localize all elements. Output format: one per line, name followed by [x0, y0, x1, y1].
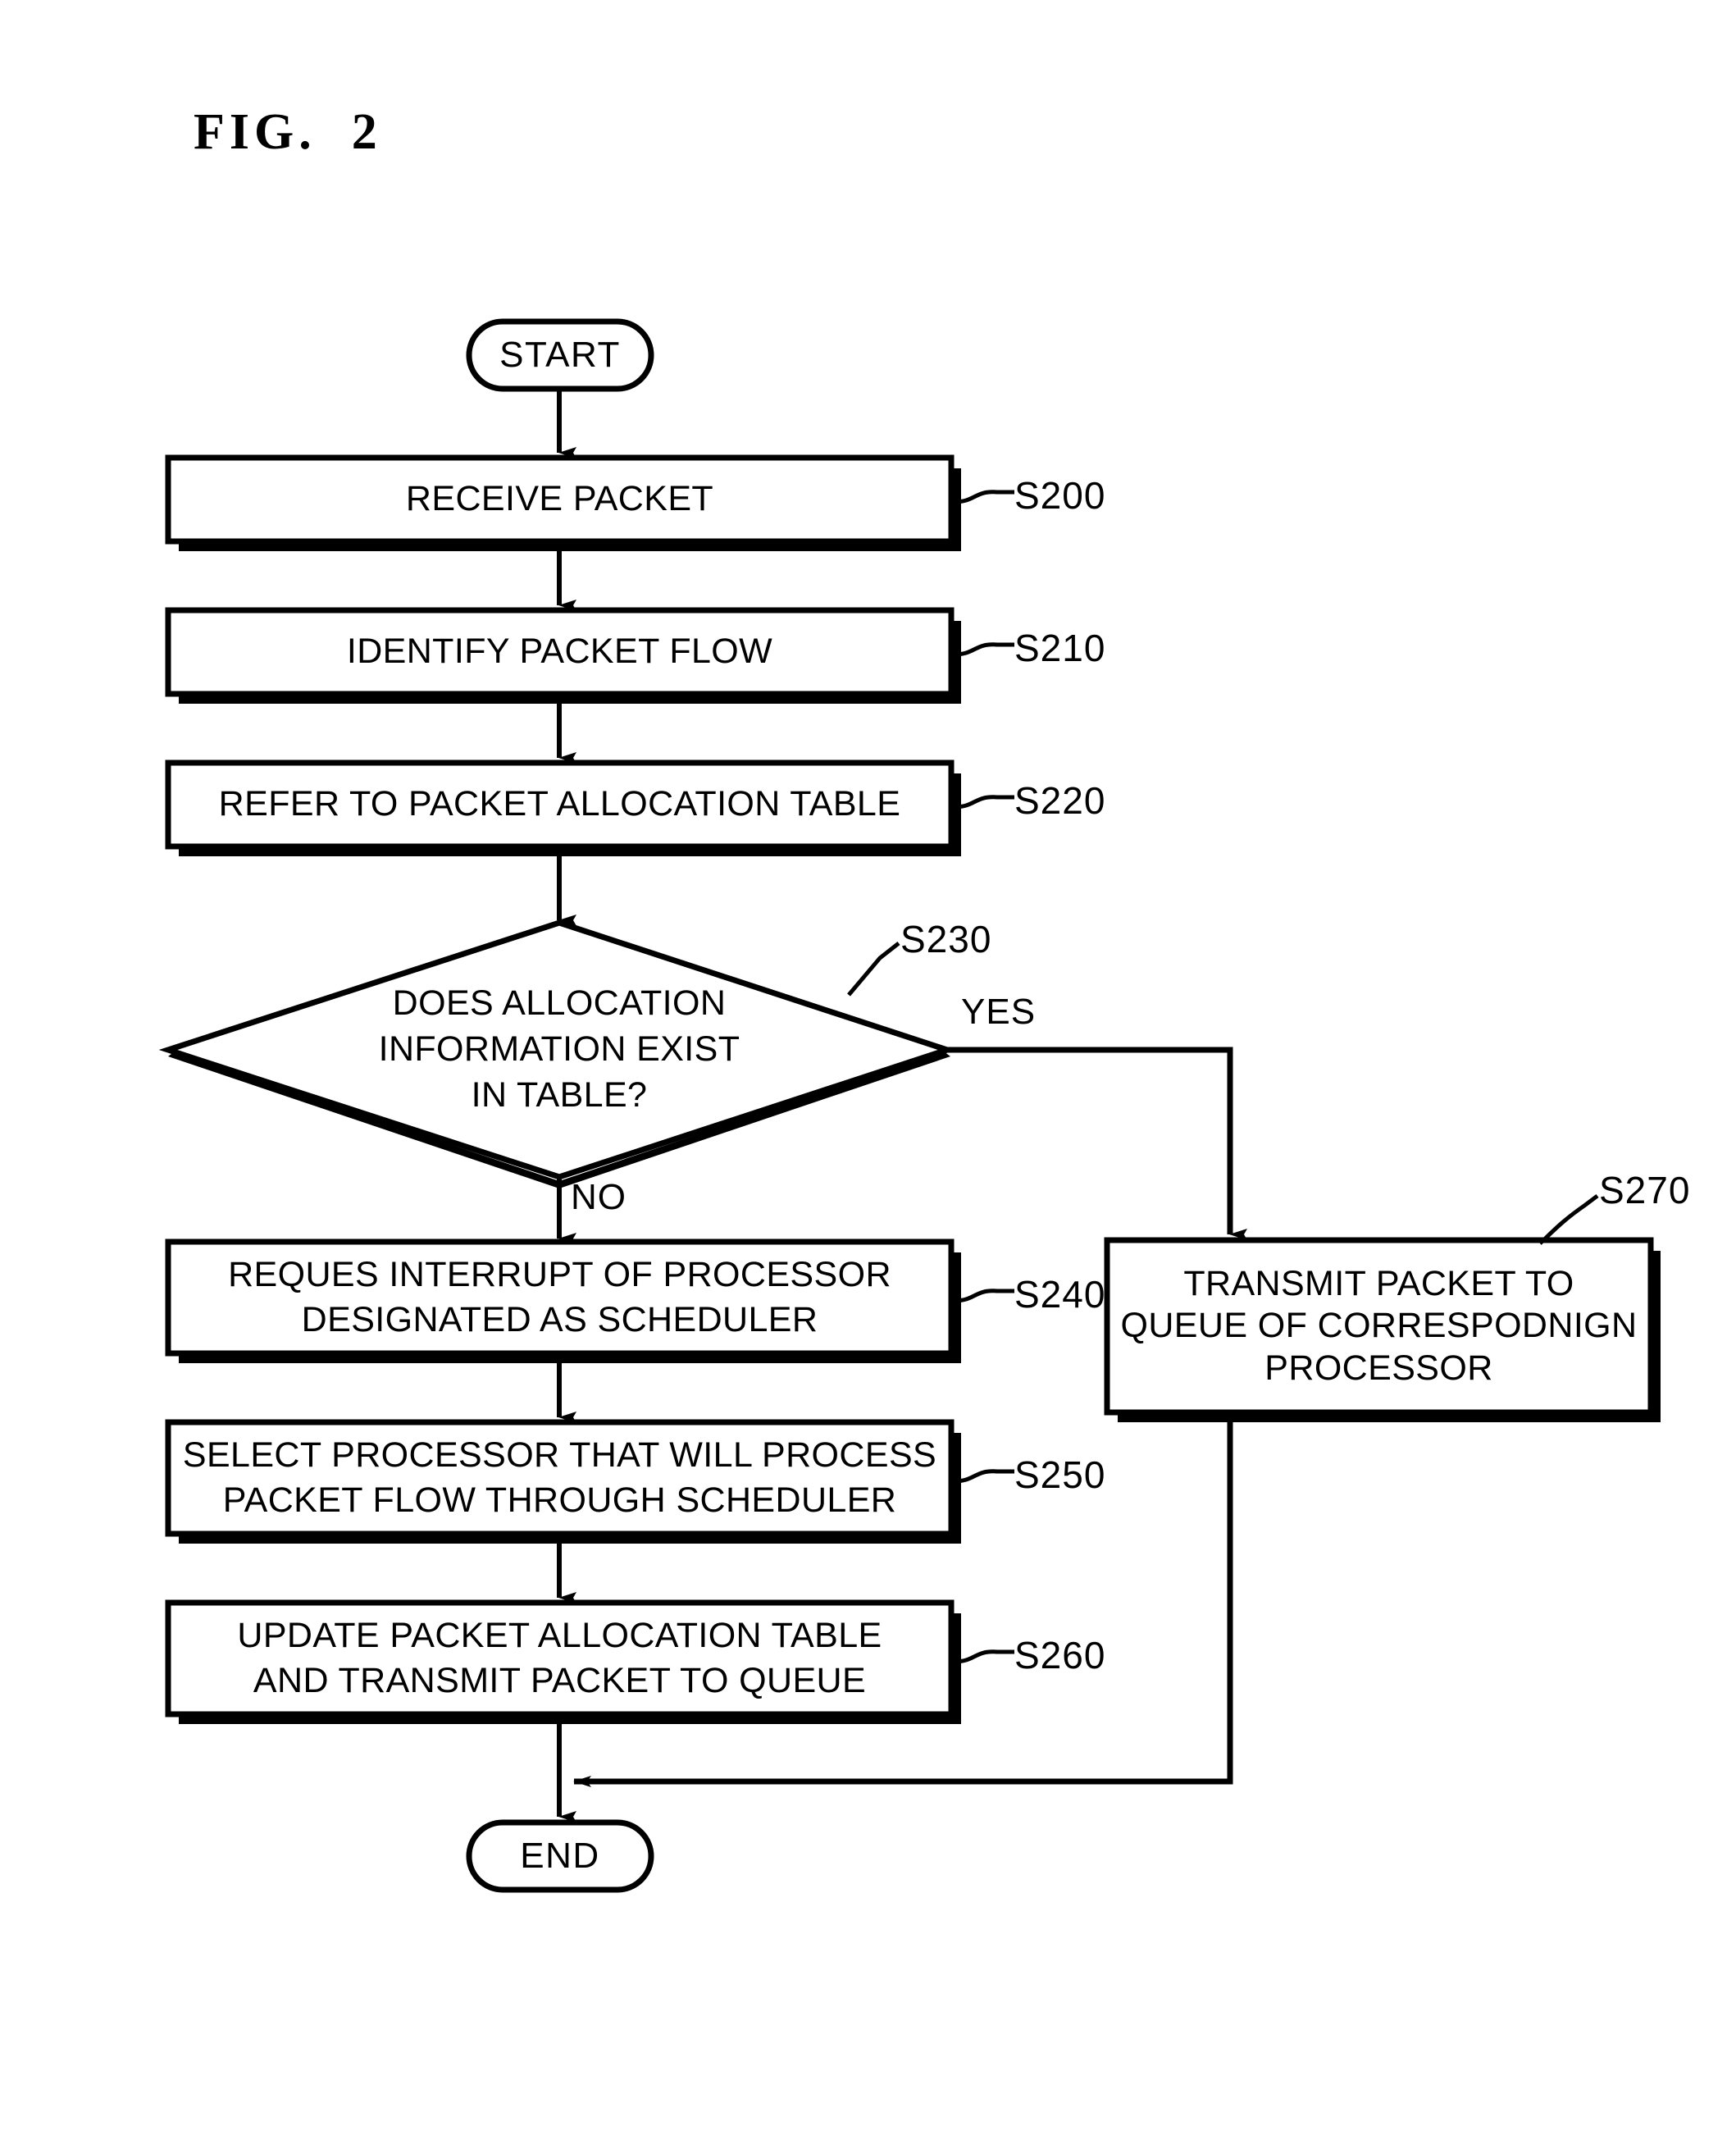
s210-node [165, 607, 961, 704]
start-node [466, 318, 654, 392]
step-ref-s210: S210 [1014, 627, 1106, 669]
step-ref-s220: S220 [1014, 779, 1106, 822]
leader-s240 [953, 1289, 1014, 1303]
branch-label-yes: YES [961, 992, 1037, 1032]
step-ref-s200: S200 [1014, 474, 1106, 517]
leader-s260 [953, 1649, 1014, 1664]
s260-node [165, 1599, 961, 1724]
s230-node [158, 919, 957, 1188]
s240-node [165, 1239, 961, 1363]
s200-node [165, 454, 961, 551]
leader-s220 [953, 795, 1014, 810]
leader-s270 [1538, 1194, 1599, 1245]
leader-s230 [847, 942, 900, 997]
s250-node [165, 1419, 961, 1544]
step-ref-s230: S230 [900, 918, 992, 960]
end-node [466, 1819, 654, 1893]
leader-s250 [953, 1469, 1014, 1484]
step-ref-s240: S240 [1014, 1273, 1106, 1316]
leader-s200 [953, 490, 1014, 504]
flowchart-canvas [158, 318, 1661, 1893]
connector-yes-to-s270 [947, 1047, 1247, 1240]
leader-s210 [953, 642, 1014, 657]
step-ref-s270: S270 [1599, 1169, 1691, 1211]
figure-page: FIG. 2 START RECEIVE PACKET S200 IDENTIF… [0, 0, 1736, 2144]
step-ref-s250: S250 [1014, 1453, 1106, 1496]
step-ref-s260: S260 [1014, 1634, 1106, 1676]
s270-node [1104, 1237, 1661, 1422]
s220-node [165, 760, 961, 856]
branch-label-no: NO [571, 1177, 627, 1217]
